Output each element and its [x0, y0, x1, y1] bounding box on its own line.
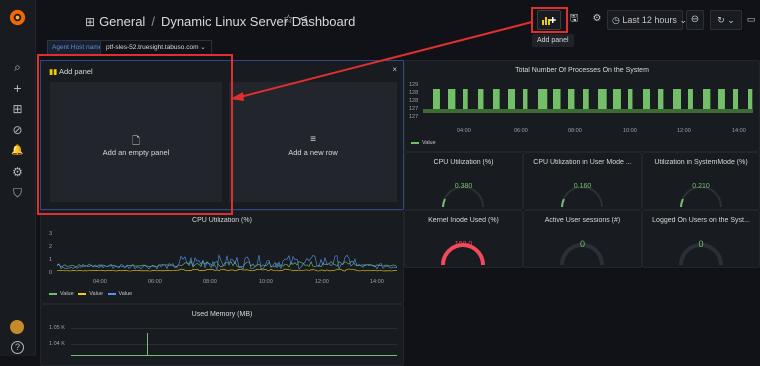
annotation-arrow	[230, 21, 533, 101]
